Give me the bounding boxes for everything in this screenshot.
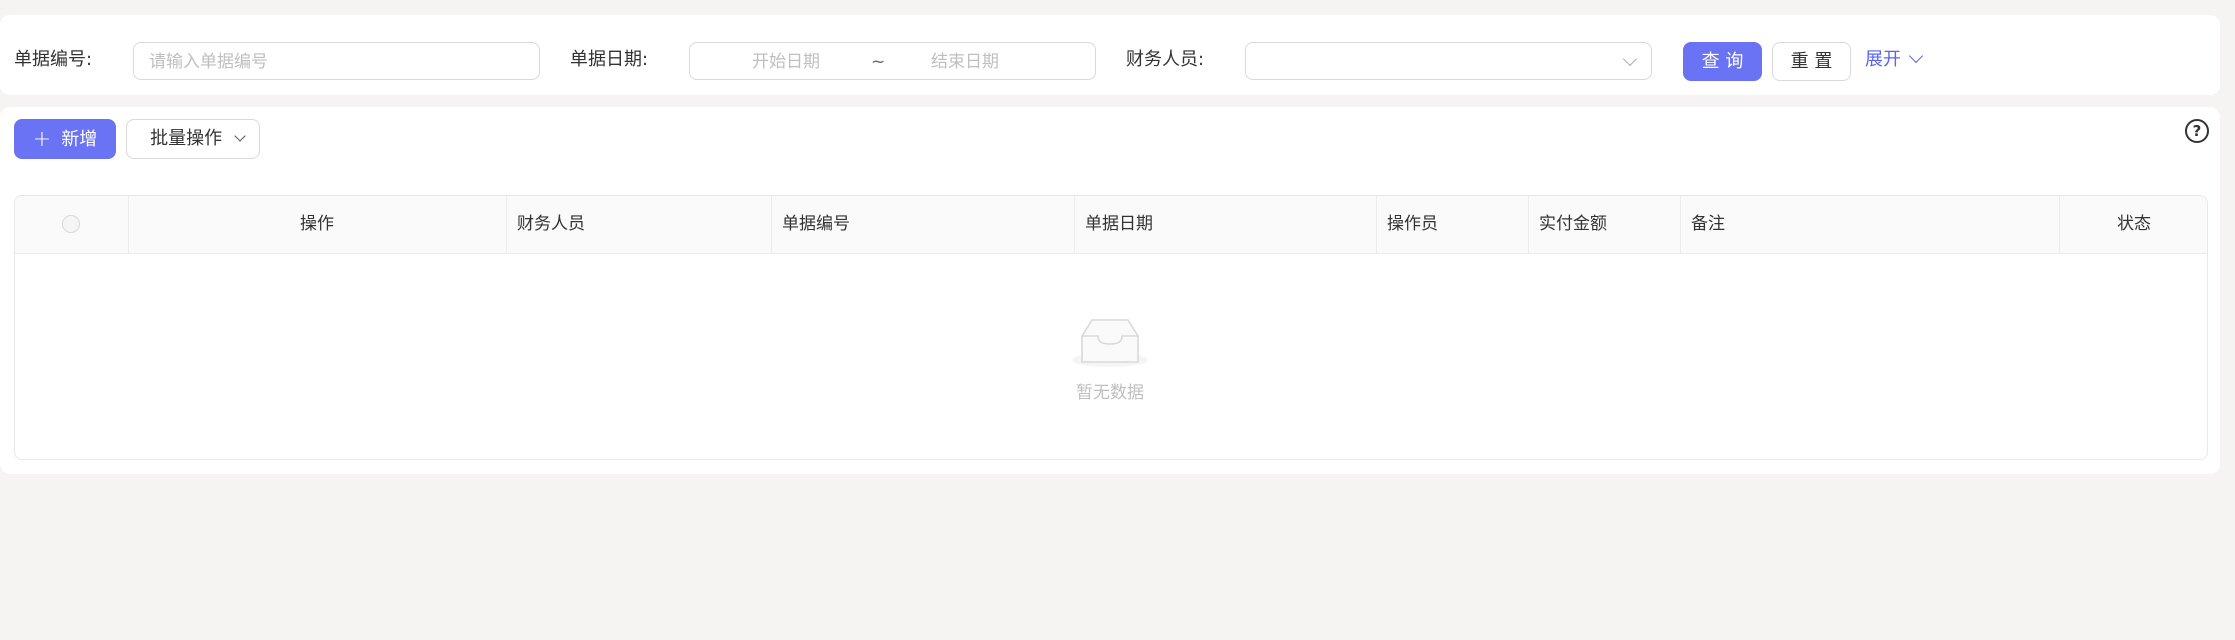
doc-no-input[interactable]: 请输入单据编号 — [133, 42, 540, 80]
table-header: 操作 财务人员 单据编号 单据日期 操作员 实付金额 备注 状态 — [15, 196, 2207, 254]
select-all-checkbox[interactable] — [62, 215, 80, 233]
column-header-remarks: 备注 — [1691, 214, 1725, 234]
column-header-doc-no: 单据编号 — [782, 214, 850, 234]
date-range-separator: ~ — [871, 52, 886, 72]
column-header-status: 状态 — [2117, 214, 2151, 234]
chevron-down-icon — [234, 130, 246, 142]
plus-icon: + — [32, 127, 52, 152]
doc-date-range-picker[interactable]: 开始日期 ~ 结束日期 — [689, 42, 1096, 80]
add-button[interactable]: + 新增 — [14, 119, 116, 159]
column-divider — [771, 196, 772, 253]
end-date-input[interactable]: 结束日期 — [931, 51, 999, 73]
column-header-operator: 操作员 — [1387, 214, 1438, 234]
empty-inbox-icon — [1072, 319, 1148, 367]
finance-label: 财务人员: — [1126, 49, 1205, 70]
column-divider — [506, 196, 507, 253]
column-divider — [1074, 196, 1075, 253]
expand-link[interactable]: 展开 — [1865, 48, 1923, 72]
chevron-down-icon — [1908, 48, 1923, 64]
search-panel: 单据编号: 请输入单据编号 单据日期: 开始日期 ~ 结束日期 财务人员: 查 … — [0, 15, 2220, 95]
finance-select[interactable] — [1245, 42, 1652, 80]
reset-button[interactable]: 重 置 — [1772, 42, 1851, 81]
doc-date-label: 单据日期: — [570, 49, 649, 70]
column-header-paid-amount: 实付金额 — [1539, 214, 1607, 234]
start-date-input[interactable]: 开始日期 — [752, 51, 820, 73]
question-circle-icon[interactable]: ? — [2185, 119, 2209, 143]
column-divider — [1528, 196, 1529, 253]
empty-state: 暂无数据 — [1055, 318, 1165, 403]
batch-operation-dropdown[interactable]: 批量操作 — [126, 119, 260, 159]
query-button[interactable]: 查 询 — [1683, 42, 1762, 81]
expand-link-label: 展开 — [1865, 49, 1901, 70]
doc-no-placeholder: 请输入单据编号 — [149, 52, 268, 72]
doc-no-label: 单据编号: — [14, 49, 93, 70]
empty-state-text: 暂无数据 — [1076, 383, 1144, 403]
column-header-doc-date: 单据日期 — [1085, 214, 1153, 234]
table-panel: + 新增 批量操作 ? 操作 财务人员 单据编号 单据日期 操作员 实付金额 备注… — [0, 107, 2220, 474]
data-table: 操作 财务人员 单据编号 单据日期 操作员 实付金额 备注 状态 暂无数据 — [14, 195, 2208, 460]
chevron-down-icon — [1622, 51, 1638, 67]
column-divider — [1680, 196, 1681, 253]
add-button-label: 新增 — [61, 129, 98, 150]
batch-operation-label: 批量操作 — [150, 128, 223, 149]
column-header-finance-staff: 财务人员 — [517, 214, 585, 234]
column-header-actions: 操作 — [300, 214, 334, 234]
column-divider — [1376, 196, 1377, 253]
